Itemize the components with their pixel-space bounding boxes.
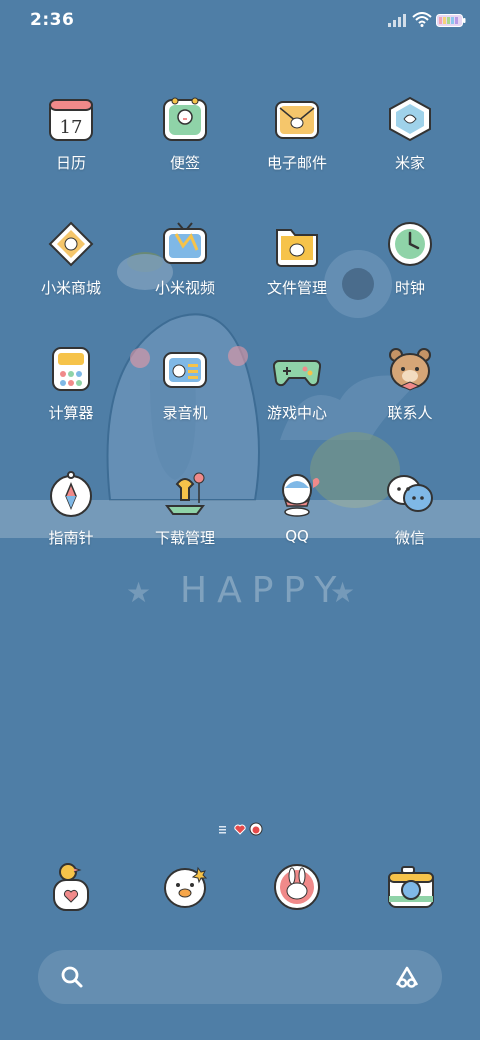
app-label: 便签 — [169, 154, 200, 172]
app-label: 文件管理 — [266, 279, 327, 297]
star-decoration-left: ★ — [126, 576, 152, 609]
app-label: QQ — [285, 527, 309, 545]
compass-icon — [50, 471, 92, 517]
app-label: 计算器 — [48, 404, 94, 422]
app-label: 联系人 — [387, 404, 433, 422]
qq-icon — [282, 474, 320, 517]
page-indicator[interactable] — [219, 822, 265, 836]
app-label: 米家 — [394, 154, 425, 172]
clock-icon — [388, 222, 432, 266]
app-wechat[interactable]: 微信 — [355, 470, 465, 580]
mijia-icon — [389, 96, 431, 142]
contacts-icon — [389, 348, 431, 391]
status-time: 2:36 — [30, 10, 75, 30]
app-mijia[interactable]: 米家 — [355, 95, 465, 205]
email-icon — [275, 101, 319, 139]
search-icon — [61, 966, 83, 988]
app-email[interactable]: 电子邮件 — [242, 95, 352, 205]
file-manager-icon — [276, 229, 318, 267]
recorder-icon — [163, 352, 207, 388]
signal-icon — [388, 14, 406, 27]
mi-video-icon — [163, 222, 207, 264]
app-label: 游戏中心 — [266, 404, 327, 422]
app-label: 指南针 — [48, 529, 94, 547]
camera-icon[interactable] — [386, 862, 436, 912]
app-label: 日历 — [55, 154, 86, 172]
search-bar[interactable] — [38, 950, 442, 1004]
star-decoration-right: ★ — [330, 576, 356, 609]
browser-bunny-icon[interactable] — [272, 862, 322, 912]
app-contacts[interactable]: 联系人 — [355, 345, 465, 455]
app-calculator[interactable]: 计算器 — [16, 345, 126, 455]
mi-store-icon — [48, 221, 94, 267]
app-label: 录音机 — [162, 404, 208, 422]
app-download-manager[interactable]: 下载管理 — [130, 470, 240, 580]
calculator-icon — [52, 347, 90, 391]
game-center-icon — [273, 360, 321, 387]
notes-icon — [163, 97, 207, 141]
download-manager-icon — [165, 472, 205, 515]
phone-duck-icon[interactable] — [46, 862, 96, 912]
app-game-center[interactable]: 游戏中心 — [242, 345, 352, 455]
calendar-icon: 17 — [49, 99, 93, 141]
status-bar: 2:36 — [0, 0, 480, 40]
app-mi-video[interactable]: 小米视频 — [130, 220, 240, 330]
assistant-icon[interactable] — [394, 964, 420, 990]
app-clock[interactable]: 时钟 — [355, 220, 465, 330]
app-label: 微信 — [394, 529, 425, 547]
calendar-date-text: 17 — [60, 117, 83, 138]
app-notes[interactable]: 便签 — [130, 95, 240, 205]
app-label: 小米视频 — [154, 279, 215, 297]
app-compass[interactable]: 指南针 — [16, 470, 126, 580]
battery-icon — [436, 14, 466, 27]
app-calendar[interactable]: 17 日历 — [16, 95, 126, 205]
app-mi-store[interactable]: 小米商城 — [16, 220, 126, 330]
app-label: 电子邮件 — [266, 154, 327, 172]
app-label: 时钟 — [394, 279, 425, 297]
app-recorder[interactable]: 录音机 — [130, 345, 240, 455]
app-file-manager[interactable]: 文件管理 — [242, 220, 352, 330]
app-qq[interactable]: QQ — [242, 470, 352, 580]
messages-bird-icon[interactable] — [160, 862, 210, 912]
heart-dot-icon — [234, 824, 246, 835]
app-label: 下载管理 — [154, 529, 215, 547]
app-label: 小米商城 — [40, 279, 101, 297]
home-lines-icon — [219, 826, 226, 834]
wifi-icon — [412, 12, 432, 27]
wechat-icon — [387, 475, 433, 512]
